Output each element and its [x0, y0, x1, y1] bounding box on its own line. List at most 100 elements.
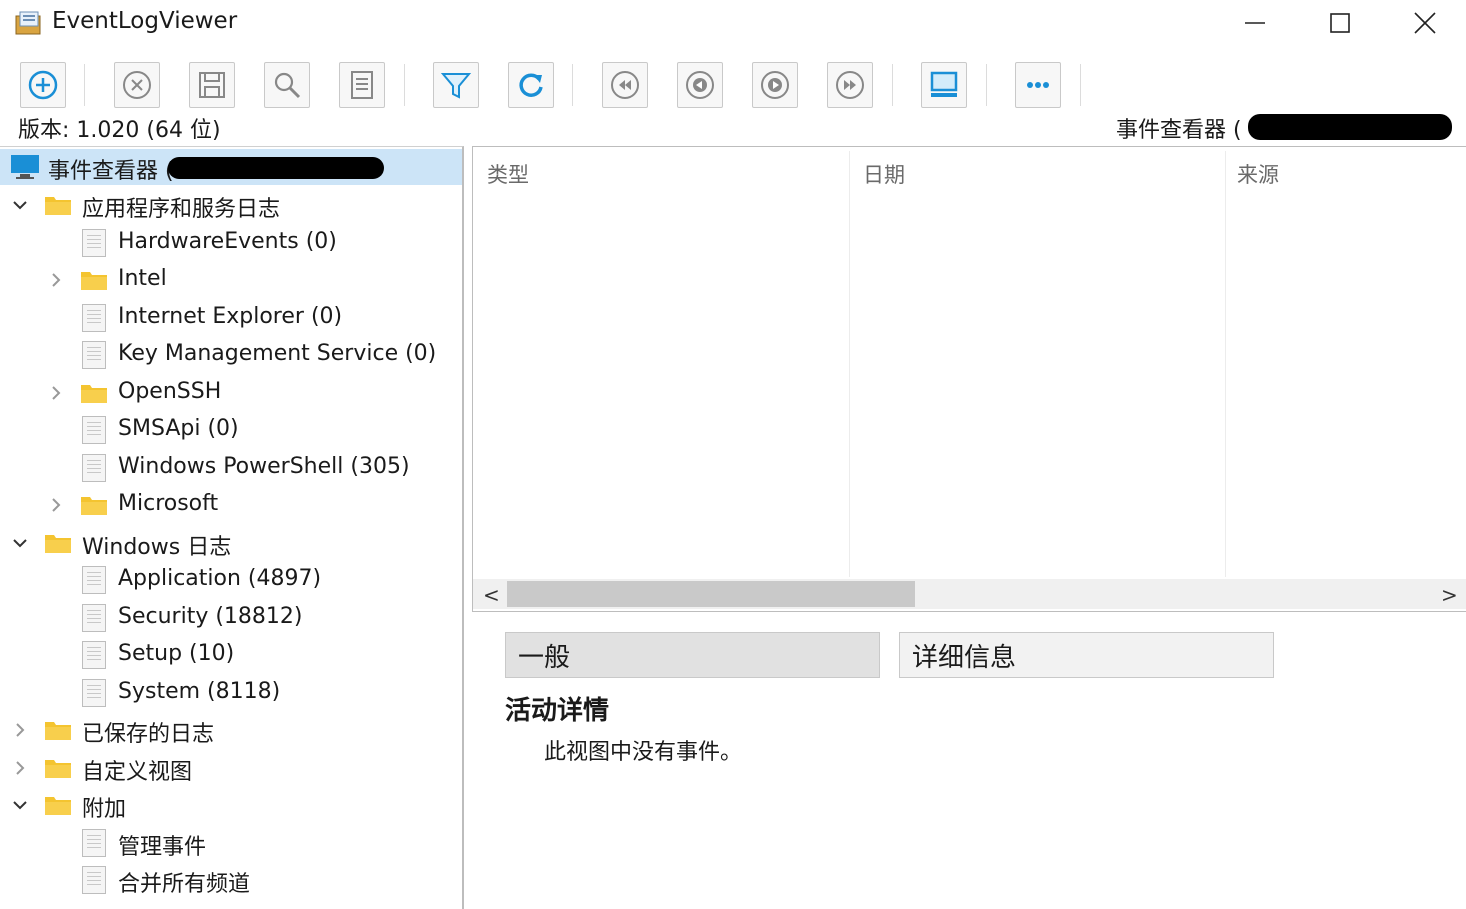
- log-file-icon: [82, 453, 106, 482]
- tree-folder[interactable]: 应用程序和服务日志: [0, 187, 462, 223]
- fast-forward-icon: [836, 71, 864, 99]
- column-header-date[interactable]: 日期: [863, 159, 905, 189]
- computer-button[interactable]: [921, 62, 967, 108]
- previous-button[interactable]: [677, 62, 723, 108]
- tree-item-label: Intel: [118, 266, 167, 291]
- tree-log[interactable]: 管理事件: [0, 825, 462, 861]
- tree-log[interactable]: Internet Explorer (0): [0, 300, 462, 336]
- chevron-right-icon[interactable]: [46, 383, 66, 403]
- tree-item-label: 已保存的日志: [82, 722, 215, 747]
- rewind-icon: [611, 71, 639, 99]
- funnel-icon: [440, 73, 472, 99]
- tab-details[interactable]: 详细信息: [899, 632, 1274, 678]
- tree-log[interactable]: System (8118): [0, 675, 462, 711]
- redaction-mark: [1248, 114, 1452, 140]
- previous-icon: [686, 71, 714, 99]
- last-button[interactable]: [827, 62, 873, 108]
- filter-button[interactable]: [433, 62, 479, 108]
- column-divider: [849, 151, 850, 577]
- tree-log[interactable]: Security (18812): [0, 600, 462, 636]
- scroll-left-icon[interactable]: <: [483, 583, 500, 607]
- tree-item-label: Windows PowerShell (305): [118, 453, 410, 479]
- folder-icon: [45, 197, 71, 215]
- tree-root-event-viewer[interactable]: 事件查看器 (: [0, 149, 462, 185]
- close-button[interactable]: [1385, 0, 1465, 46]
- find-button[interactable]: [264, 62, 310, 108]
- tree-log[interactable]: Key Management Service (0): [0, 337, 462, 373]
- save-button[interactable]: [189, 62, 235, 108]
- toolbar-separator: [1080, 64, 1081, 106]
- chevron-right-icon[interactable]: [46, 495, 66, 515]
- window-title: EventLogViewer: [52, 8, 238, 34]
- folder-icon: [81, 272, 107, 290]
- tree-item-label: Application (4897): [118, 566, 322, 591]
- title-bar: EventLogViewer: [0, 0, 1466, 50]
- tree-log[interactable]: SMSApi (0): [0, 412, 462, 448]
- properties-button[interactable]: [339, 62, 385, 108]
- folder-icon: [45, 759, 71, 778]
- plus-circle-icon: [28, 70, 58, 100]
- tree-item-label: System (8118): [118, 678, 281, 704]
- chevron-right-icon[interactable]: [10, 758, 30, 778]
- tree-folder[interactable]: 附加: [0, 787, 462, 823]
- log-file-icon: [82, 866, 106, 894]
- refresh-button[interactable]: [508, 62, 554, 108]
- chevron-right-icon[interactable]: [46, 270, 66, 290]
- log-file-icon: [82, 566, 106, 594]
- more-button[interactable]: [1015, 62, 1061, 108]
- tree-log[interactable]: Setup (10): [0, 637, 462, 673]
- column-header-type[interactable]: 类型: [487, 159, 529, 189]
- log-file-icon: [82, 828, 106, 857]
- column-header-source[interactable]: 来源: [1237, 159, 1279, 189]
- first-button[interactable]: [602, 62, 648, 108]
- log-file-icon: [82, 416, 106, 444]
- log-file-icon: [82, 341, 106, 369]
- toolbar: [0, 56, 1466, 112]
- tree-item-label: 应用程序和服务日志: [82, 197, 281, 222]
- magnifier-icon: [274, 72, 301, 99]
- next-button[interactable]: [752, 62, 798, 108]
- chevron-down-icon[interactable]: [10, 533, 30, 553]
- horizontal-scrollbar[interactable]: < >: [473, 579, 1466, 609]
- chevron-right-icon[interactable]: [10, 720, 30, 740]
- redaction-mark: [168, 157, 384, 179]
- close-icon: [1414, 12, 1436, 34]
- computer-icon: [930, 71, 958, 97]
- tree-item-label: Security (18812): [118, 603, 303, 629]
- computer-icon: [11, 155, 39, 179]
- tree-folder[interactable]: 已保存的日志: [0, 712, 462, 748]
- tree-log[interactable]: 合并所有频道: [0, 862, 462, 898]
- tab-general[interactable]: 一般: [505, 632, 880, 678]
- tree-folder[interactable]: 自定义视图: [0, 750, 462, 786]
- next-icon: [761, 71, 789, 99]
- tree-folder[interactable]: Windows 日志: [0, 525, 462, 561]
- tree-item-label: OpenSSH: [118, 378, 222, 404]
- tree-folder[interactable]: Intel: [0, 262, 462, 298]
- toolbar-separator: [404, 64, 405, 106]
- tree-item-label: Windows 日志: [82, 534, 232, 560]
- tree-log[interactable]: Windows PowerShell (305): [0, 450, 462, 486]
- tree-folder[interactable]: Microsoft: [0, 487, 462, 523]
- tree-log[interactable]: HardwareEvents (0): [0, 225, 462, 261]
- tree-log[interactable]: Application (4897): [0, 562, 462, 598]
- tree-item-label: Microsoft: [118, 491, 219, 516]
- add-button[interactable]: [20, 62, 66, 108]
- folder-icon: [45, 534, 71, 553]
- tree-folder[interactable]: OpenSSH: [0, 375, 462, 411]
- tree-item-label: Key Management Service (0): [118, 341, 437, 366]
- maximize-button[interactable]: [1300, 0, 1380, 46]
- minimize-button[interactable]: [1215, 0, 1295, 46]
- scroll-right-icon[interactable]: >: [1441, 583, 1458, 607]
- log-file-icon: [82, 678, 106, 707]
- tree-item-label: 自定义视图: [82, 759, 193, 785]
- list-document-icon: [351, 71, 373, 99]
- tree-item-label: 管理事件: [118, 834, 207, 860]
- event-list[interactable]: 类型 日期 来源 < >: [472, 146, 1466, 612]
- toolbar-separator: [986, 64, 987, 106]
- clear-button[interactable]: [114, 62, 160, 108]
- tree-item-label: Setup (10): [118, 641, 235, 666]
- chevron-down-icon[interactable]: [10, 195, 30, 215]
- floppy-disk-icon: [199, 72, 225, 98]
- chevron-down-icon[interactable]: [10, 795, 30, 815]
- scrollbar-thumb[interactable]: [507, 581, 915, 607]
